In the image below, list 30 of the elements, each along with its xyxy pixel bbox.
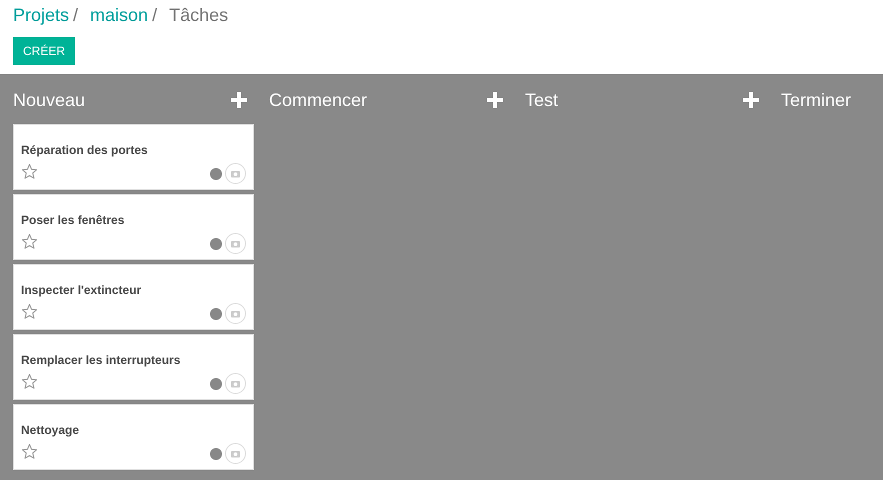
task-title: Réparation des portes <box>21 143 149 158</box>
avatar-placeholder-icon <box>225 303 246 324</box>
breadcrumb-separator: / <box>73 4 78 27</box>
column-title: Terminer <box>781 88 852 112</box>
task-card[interactable]: Nettoyage <box>13 404 254 470</box>
avatar-placeholder-icon <box>225 443 246 464</box>
task-title: Inspecter l'extincteur <box>21 283 142 298</box>
avatar-placeholder-icon <box>225 233 246 254</box>
add-icon[interactable] <box>487 92 503 108</box>
star-icon[interactable] <box>21 443 38 460</box>
column-title: Test <box>525 88 558 112</box>
star-icon[interactable] <box>21 373 38 390</box>
column-title: Commencer <box>269 88 368 112</box>
star-icon[interactable] <box>21 233 38 250</box>
task-title: Remplacer les interrupteurs <box>21 353 182 368</box>
breadcrumb-separator: / <box>152 4 158 27</box>
star-icon[interactable] <box>21 303 38 320</box>
add-icon[interactable] <box>743 92 759 108</box>
task-title: Poser les fenêtres <box>21 213 126 228</box>
avatar-placeholder-icon <box>225 163 246 184</box>
star-icon[interactable] <box>21 163 38 180</box>
task-card[interactable]: Remplacer les interrupteurs <box>13 334 254 400</box>
task-card[interactable]: Réparation des portes <box>13 124 254 190</box>
task-card[interactable]: Inspecter l'extincteur <box>13 264 254 330</box>
task-title: Nettoyage <box>21 423 80 438</box>
task-card[interactable]: Poser les fenêtres <box>13 194 254 260</box>
add-icon[interactable] <box>231 92 247 108</box>
avatar-placeholder-icon <box>225 373 246 394</box>
column-title: Nouveau <box>13 88 86 112</box>
breadcrumb-current: Tâches <box>169 4 228 27</box>
